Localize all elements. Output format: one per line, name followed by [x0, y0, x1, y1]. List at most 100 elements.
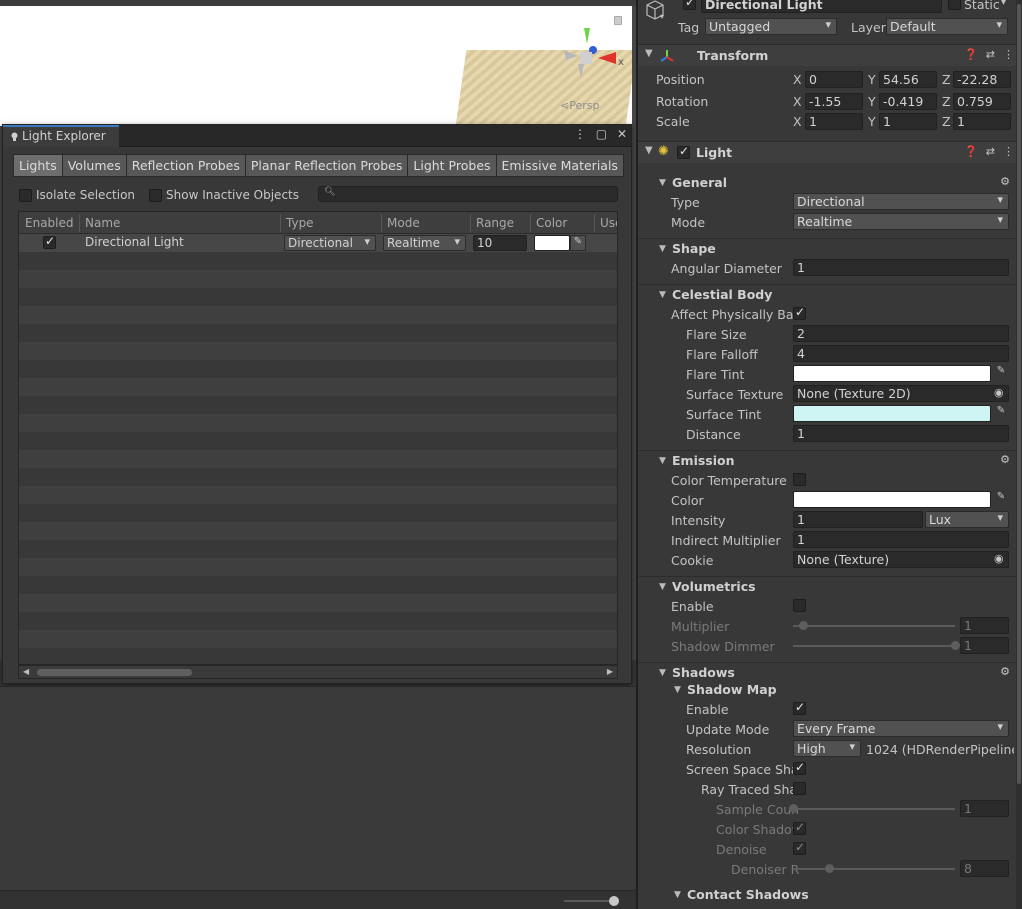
sample-count-field[interactable]: 1 [960, 800, 1009, 817]
shadows-section-title[interactable]: Shadows [672, 665, 735, 680]
shadow-dimmer-slider-track[interactable] [793, 645, 955, 647]
light-header[interactable]: ▼ ✺ Light ❓ ⇄ ⋮ [638, 141, 1022, 163]
color-temperature-checkbox[interactable] [793, 473, 806, 486]
eyedropper-icon[interactable]: ✎ [993, 365, 1009, 382]
table-row[interactable]: Directional Light Directional Realtime 1… [19, 234, 617, 252]
multiplier-field[interactable]: 1 [960, 617, 1009, 634]
sample-count-slider-track[interactable] [793, 808, 955, 810]
flare-falloff-field[interactable]: 4 [793, 345, 1009, 362]
foldout-icon[interactable]: ▼ [659, 178, 666, 188]
col-divider[interactable] [79, 214, 80, 232]
light-enabled-checkbox[interactable] [677, 144, 690, 159]
help-icon[interactable]: ❓ [964, 145, 978, 158]
static-checkbox[interactable] [948, 0, 961, 10]
sample-count-slider-knob[interactable] [789, 804, 798, 813]
shadow-enable-checkbox[interactable] [793, 700, 806, 715]
scale-x-label[interactable]: X [793, 114, 802, 129]
persp-label[interactable]: ⋖Persp [560, 99, 599, 112]
position-z-label[interactable]: Z [942, 72, 951, 87]
tag-dropdown[interactable]: Untagged [705, 18, 837, 35]
indirect-multiplier-field[interactable]: 1 [793, 531, 1009, 548]
rotation-x-label[interactable]: X [793, 94, 802, 109]
foldout-icon[interactable]: ▼ [659, 290, 666, 300]
lock-icon[interactable] [614, 16, 622, 25]
position-z-field[interactable]: -22.28 [953, 71, 1011, 88]
shadow-map-title[interactable]: Shadow Map [687, 682, 777, 697]
denoiser-slider-track[interactable] [793, 868, 955, 870]
angular-diameter-field[interactable]: 1 [793, 259, 1009, 276]
color-swatch[interactable] [793, 491, 991, 508]
position-x-field[interactable]: 0 [805, 71, 863, 88]
col-color[interactable]: Color [536, 216, 567, 230]
scene-viewport[interactable] [0, 6, 632, 126]
menu-icon[interactable]: ⋮ [1003, 145, 1014, 158]
vol-enable-checkbox[interactable] [793, 599, 806, 612]
object-picker-icon[interactable]: ◉ [994, 386, 1004, 399]
col-range[interactable]: Range [476, 216, 514, 230]
denoiser-slider-knob[interactable] [824, 864, 834, 873]
foldout-icon[interactable]: ▼ [659, 582, 666, 592]
color-shadow-checkbox[interactable] [793, 820, 806, 835]
shadow-dimmer-field[interactable]: 1 [960, 637, 1009, 654]
flare-tint-swatch[interactable] [793, 365, 991, 382]
gear-icon[interactable]: ⚙ [1000, 453, 1010, 466]
contact-shadows-title[interactable]: Contact Shadows [687, 887, 809, 902]
active-checkbox[interactable] [683, 0, 696, 10]
tab-light-probes[interactable]: Light Probes [408, 154, 497, 177]
tab-reflection-probes[interactable]: Reflection Probes [126, 154, 246, 177]
foldout-icon[interactable]: ▼ [659, 456, 666, 466]
row-range-field[interactable]: 10 [473, 235, 527, 251]
distance-field[interactable]: 1 [793, 425, 1009, 442]
affect-physically-checkbox[interactable] [793, 305, 806, 320]
rotation-z-field[interactable]: 0.759 [953, 93, 1011, 110]
eyedropper-icon[interactable]: ✎ [993, 491, 1009, 508]
emission-section-title[interactable]: Emission [672, 453, 735, 468]
col-divider[interactable] [530, 214, 531, 232]
scale-z-label[interactable]: Z [942, 114, 951, 129]
eyedropper-icon[interactable]: ✎ [993, 405, 1009, 422]
scale-x-field[interactable]: 1 [805, 113, 863, 130]
gear-icon[interactable]: ⚙ [1000, 175, 1010, 188]
inspector-scrollbar-thumb[interactable] [1017, 4, 1021, 784]
foldout-icon[interactable]: ▼ [645, 48, 653, 59]
multiplier-slider-track[interactable] [793, 625, 955, 627]
foldout-icon[interactable]: ▼ [674, 685, 681, 695]
foldout-icon[interactable]: ▼ [659, 244, 666, 254]
col-mode[interactable]: Mode [387, 216, 420, 230]
tab-planar-reflection-probes[interactable]: Planar Reflection Probes [245, 154, 409, 177]
tab-volumes[interactable]: Volumes [62, 154, 127, 177]
position-y-field[interactable]: 54.56 [879, 71, 937, 88]
gear-icon[interactable]: ⚙ [1000, 665, 1010, 678]
col-use[interactable]: Use [600, 216, 617, 230]
shape-section-title[interactable]: Shape [672, 241, 716, 256]
zoom-slider-knob[interactable] [609, 896, 619, 906]
surface-texture-field[interactable]: None (Texture 2D) [793, 385, 1009, 402]
update-mode-dropdown[interactable]: Every Frame [793, 720, 1009, 737]
show-inactive-checkbox[interactable] [149, 188, 163, 202]
transform-header[interactable]: ▼ Transform ❓ ⇄ ⋮ [638, 44, 1022, 66]
scrollbar-thumb[interactable] [37, 669, 192, 676]
scroll-left-icon[interactable]: ◀ [23, 667, 29, 676]
rotation-z-label[interactable]: Z [942, 94, 951, 109]
row-mode-dropdown[interactable]: Realtime [383, 235, 466, 251]
surface-tint-swatch[interactable] [793, 405, 991, 422]
foldout-icon[interactable]: ▼ [659, 668, 666, 678]
eyedropper-icon[interactable]: ✎ [570, 235, 586, 251]
type-dropdown[interactable]: Directional [793, 193, 1009, 210]
col-divider[interactable] [381, 214, 382, 232]
row-type-dropdown[interactable]: Directional [284, 235, 376, 251]
chevron-down-icon[interactable]: ▾ [660, 12, 664, 21]
maximize-icon[interactable]: ▢ [596, 127, 607, 141]
row-enabled-checkbox[interactable] [43, 234, 56, 249]
position-y-label[interactable]: Y [868, 72, 876, 87]
isolate-selection-checkbox[interactable] [19, 188, 32, 202]
col-name[interactable]: Name [85, 216, 120, 230]
general-section-title[interactable]: General [672, 175, 727, 190]
celestial-section-title[interactable]: Celestial Body [672, 287, 772, 302]
tab-lights[interactable]: Lights [13, 154, 63, 177]
close-icon[interactable]: ✕ [617, 127, 627, 141]
rotation-y-field[interactable]: -0.419 [879, 93, 937, 110]
col-enabled[interactable]: Enabled [25, 216, 74, 230]
col-divider[interactable] [470, 214, 471, 232]
denoise-checkbox[interactable] [793, 840, 806, 855]
